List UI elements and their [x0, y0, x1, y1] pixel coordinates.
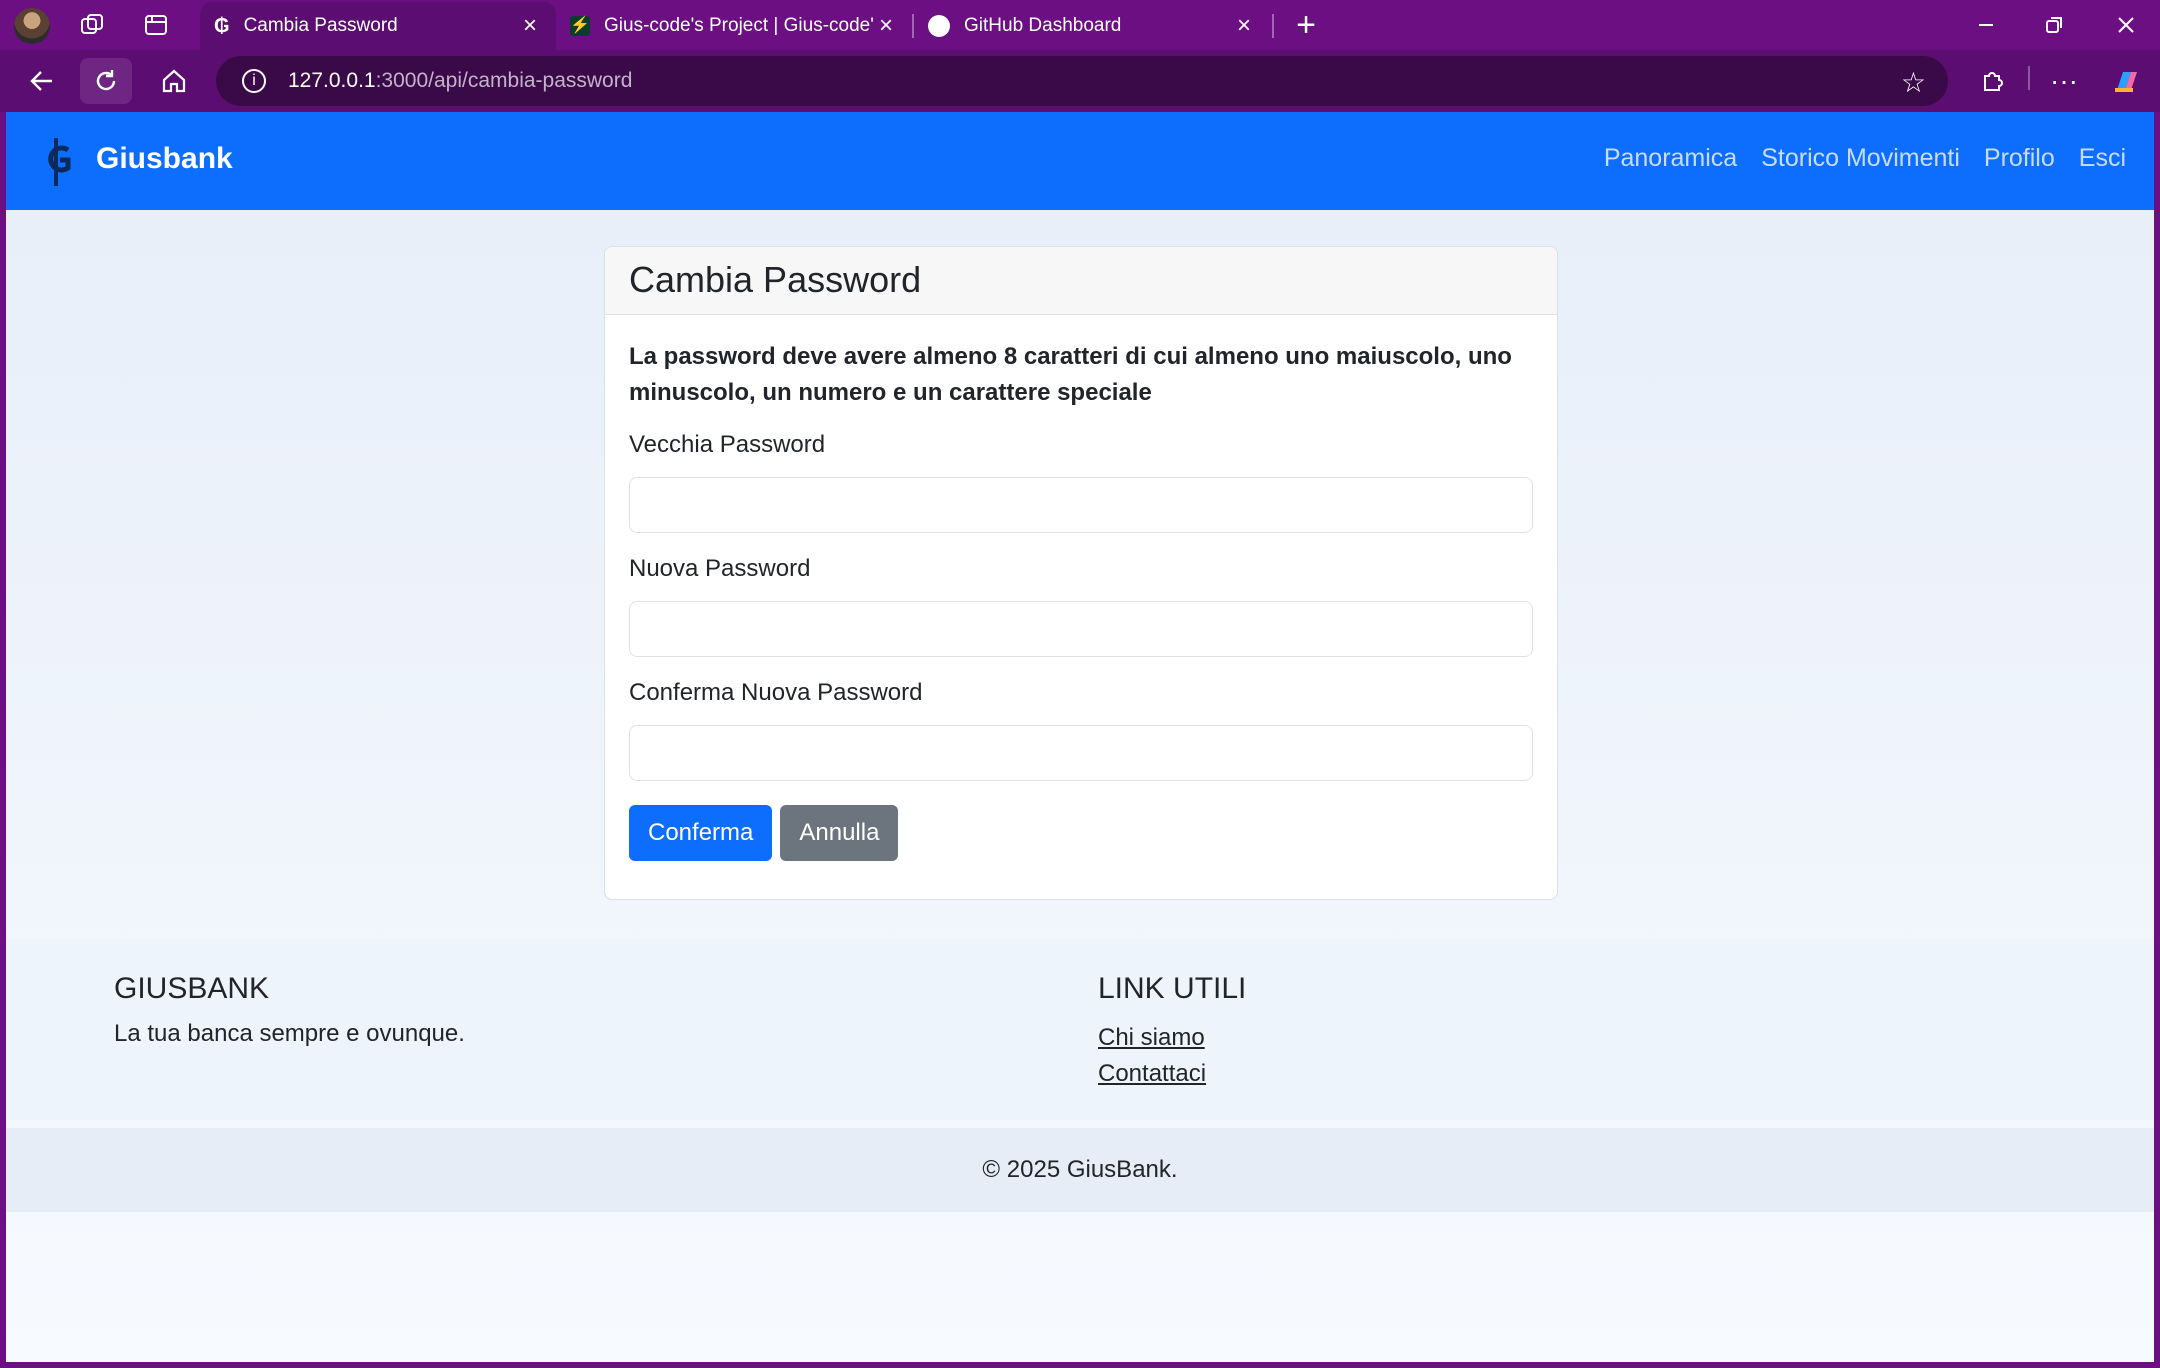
tab-title: GitHub Dashboard: [964, 15, 1122, 36]
footer-tagline: La tua banca sempre e ovunque.: [114, 1020, 465, 1047]
footer-about-title: GIUSBANK: [114, 972, 270, 1005]
giusbank-logo-icon[interactable]: [42, 134, 76, 190]
close-tab-icon[interactable]: ×: [874, 12, 898, 40]
form-actions: Conferma Annulla: [629, 805, 1533, 861]
nav-link-profilo[interactable]: Profilo: [1984, 144, 2055, 173]
github-icon: [928, 15, 950, 37]
password-requirements: La password deve avere almeno 8 caratter…: [629, 343, 1512, 406]
minimize-icon[interactable]: [1964, 3, 2008, 47]
tab-title: Gius-code's Project | Gius-code's: [604, 15, 874, 36]
footer-links: LINK UTILI Chi siamo Contattaci: [1098, 972, 1246, 1092]
confirm-password-field[interactable]: [629, 725, 1533, 781]
new-password-field[interactable]: [629, 601, 1533, 657]
browser-tab-bar: ₲ Cambia Password × ⚡ Gius-code's Projec…: [0, 0, 2160, 50]
favorite-star-icon[interactable]: ☆: [1901, 66, 1926, 99]
tab-separator: [1272, 14, 1274, 38]
close-tab-icon[interactable]: ×: [1232, 12, 1256, 40]
tab-actions-icon[interactable]: [134, 3, 178, 47]
more-options-icon[interactable]: ···: [2038, 58, 2090, 104]
change-password-card: Cambia Password La password deve avere a…: [604, 246, 1558, 900]
close-tab-icon[interactable]: ×: [518, 12, 542, 40]
nav-links: Panoramica Storico Movimenti Profilo Esc…: [1604, 144, 2126, 173]
home-icon[interactable]: [148, 58, 200, 104]
back-icon[interactable]: [16, 58, 68, 104]
window-border: [0, 1362, 2160, 1368]
tab-title: Cambia Password: [243, 15, 398, 36]
workspaces-icon[interactable]: [70, 3, 114, 47]
copyright: © 2025 GiusBank.: [6, 1128, 2154, 1212]
change-password-form: La password deve avere almeno 8 caratter…: [605, 315, 1557, 885]
extensions-icon[interactable]: [1966, 58, 2018, 104]
copilot-icon[interactable]: [2100, 58, 2152, 104]
confirm-button[interactable]: Conferma: [629, 805, 773, 861]
old-password-label: Vecchia Password: [629, 431, 826, 458]
profile-avatar[interactable]: [14, 8, 50, 44]
reload-icon[interactable]: [80, 58, 132, 104]
card-title: Cambia Password: [605, 247, 1557, 315]
giusbank-favicon-icon: ₲: [214, 14, 230, 37]
site-info-icon[interactable]: i: [242, 69, 266, 93]
tab-cambia-password[interactable]: ₲ Cambia Password ×: [200, 2, 556, 50]
footer-about: GIUSBANK La tua banca sempre e ovunque.: [114, 972, 465, 1048]
tab-gius-code-project[interactable]: ⚡ Gius-code's Project | Gius-code's ×: [556, 2, 912, 50]
brand-name[interactable]: Giusbank: [96, 142, 233, 176]
new-password-label: Nuova Password: [629, 555, 811, 582]
footer-link-contattaci[interactable]: Contattaci: [1098, 1056, 1246, 1092]
site-footer: GIUSBANK La tua banca sempre e ovunque. …: [6, 938, 2154, 1120]
confirm-password-label: Conferma Nuova Password: [629, 679, 923, 706]
nav-link-panoramica[interactable]: Panoramica: [1604, 144, 1737, 173]
old-password-field[interactable]: [629, 477, 1533, 533]
browser-toolbar: i 127.0.0.1:3000/api/cambia-password ☆ ·…: [0, 50, 2160, 112]
url-host: 127.0.0.1: [288, 69, 376, 92]
footer-link-chi-siamo[interactable]: Chi siamo: [1098, 1020, 1246, 1056]
tab-github-dashboard[interactable]: GitHub Dashboard ×: [914, 2, 1270, 50]
restore-icon[interactable]: [2032, 3, 2076, 47]
cancel-button[interactable]: Annulla: [780, 805, 899, 861]
toolbar-separator: [2028, 66, 2030, 90]
site-navbar: Giusbank Panoramica Storico Movimenti Pr…: [6, 112, 2154, 210]
new-tab-icon[interactable]: +: [1284, 3, 1328, 47]
nav-link-esci[interactable]: Esci: [2079, 144, 2126, 173]
url-path: :3000/api/cambia-password: [375, 69, 633, 92]
project-favicon-icon: ⚡: [570, 16, 590, 36]
page-viewport: Giusbank Panoramica Storico Movimenti Pr…: [6, 112, 2154, 1362]
footer-links-title: LINK UTILI: [1098, 972, 1247, 1005]
close-window-icon[interactable]: [2104, 3, 2148, 47]
nav-link-storico-movimenti[interactable]: Storico Movimenti: [1761, 144, 1960, 173]
address-bar[interactable]: i 127.0.0.1:3000/api/cambia-password ☆: [216, 56, 1948, 106]
